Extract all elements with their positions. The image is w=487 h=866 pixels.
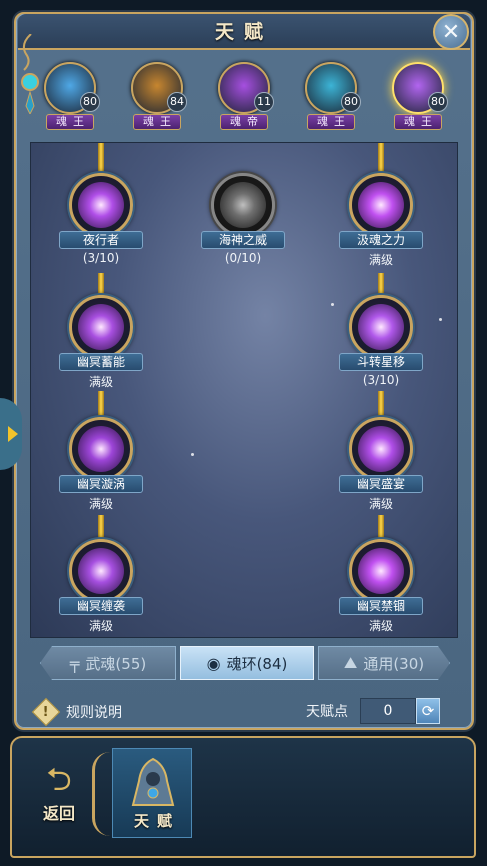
- spirit-rank-label: 魂帝: [220, 114, 268, 130]
- talent-node[interactable]: 幽冥缠袭 满级: [53, 537, 149, 637]
- hooded-figure-icon: [131, 757, 175, 806]
- talent-level: 满级: [88, 619, 113, 633]
- spirit-rank-label: 魂王: [394, 114, 442, 130]
- rules-help-link[interactable]: ! 规则说明: [31, 697, 122, 727]
- spirit-rank-label: 魂王: [46, 114, 94, 130]
- expand-side-tab[interactable]: [0, 398, 22, 470]
- spirit-level-badge: 80: [428, 92, 448, 112]
- talent-level: 满级: [88, 497, 113, 511]
- close-icon: ✕: [441, 19, 461, 45]
- talent-icon-frame: [349, 295, 413, 359]
- meditation-icon: ⛰: [343, 653, 358, 672]
- talent-node[interactable]: 幽冥蓄能 满级: [53, 293, 149, 393]
- talent-icon-frame: [211, 173, 275, 237]
- nav-bracket-ornament: [92, 752, 110, 836]
- talent-icon-frame: [349, 417, 413, 481]
- spirit-level-badge: 80: [80, 92, 100, 112]
- nav-talent-label: 天赋: [133, 812, 180, 830]
- spirit-slot-4[interactable]: 80 魂王: [301, 60, 361, 136]
- nav-talent-button[interactable]: 天赋: [112, 748, 192, 838]
- talent-icon-frame: [349, 173, 413, 237]
- talent-icon-frame: [69, 173, 133, 237]
- talent-name: 幽冥禁锢: [339, 597, 423, 615]
- talent-name: 夜行者: [59, 231, 143, 249]
- tab-label: 通用(30): [363, 654, 425, 673]
- talent-level: (3/10): [362, 373, 400, 387]
- spirit-selector: 80 魂王 84 魂王 11 魂帝 80 魂王 80 魂王: [40, 60, 460, 136]
- points-value: 0: [360, 698, 416, 724]
- talent-node[interactable]: 斗转星移 (3/10): [333, 293, 429, 393]
- talent-points: 天赋点 0 ⟳: [306, 698, 440, 724]
- back-label: 返回: [42, 804, 75, 823]
- close-button[interactable]: ✕: [433, 14, 469, 50]
- arrow-right-icon: [8, 426, 18, 442]
- talent-level: 满级: [368, 253, 393, 267]
- weapon-spirit-icon: ╤: [69, 653, 80, 673]
- help-label: 规则说明: [66, 705, 122, 721]
- tab-weapon-spirit[interactable]: ╤ 武魂(55): [40, 646, 176, 680]
- spirit-level-badge: 84: [167, 92, 187, 112]
- talent-icon: [358, 182, 404, 228]
- talent-level: 满级: [368, 619, 393, 633]
- talent-name: 幽冥蓄能: [59, 353, 143, 371]
- star-decoration: [191, 453, 194, 456]
- page-title: 天赋: [214, 21, 273, 43]
- talent-node[interactable]: 幽冥漩涡 满级: [53, 415, 149, 515]
- talent-node[interactable]: 汲魂之力 满级: [333, 171, 429, 271]
- tab-general[interactable]: ⛰ 通用(30): [318, 646, 450, 680]
- points-label: 天赋点: [306, 704, 348, 720]
- talent-name: 斗转星移: [339, 353, 423, 371]
- talent-level: (3/10): [82, 251, 120, 265]
- spirit-level-badge: 80: [341, 92, 361, 112]
- talent-name: 汲魂之力: [339, 231, 423, 249]
- spirit-rank-label: 魂王: [133, 114, 181, 130]
- tab-soul-ring[interactable]: ◉ 魂环(84): [180, 646, 314, 680]
- talent-node[interactable]: 幽冥禁锢 满级: [333, 537, 429, 637]
- spirit-slot-1[interactable]: 80 魂王: [40, 60, 100, 136]
- talent-icon: [358, 426, 404, 472]
- refresh-button[interactable]: ⟳: [416, 698, 440, 724]
- info-diamond-icon: !: [31, 697, 61, 727]
- soul-ring-icon: ◉: [206, 653, 221, 673]
- talent-tree: 夜行者 (3/10) 海神之威 (0/10) 汲魂之力 满级 幽冥蓄能 满级 斗…: [30, 142, 458, 638]
- spirit-rank-label: 魂王: [307, 114, 355, 130]
- back-button[interactable]: ⮌ 返回: [24, 758, 94, 838]
- talent-node[interactable]: 幽冥盛宴 满级: [333, 415, 429, 515]
- tab-label: 魂环(84): [226, 654, 288, 673]
- star-decoration: [439, 318, 442, 321]
- category-tabs: ╤ 武魂(55) ◉ 魂环(84) ⛰ 通用(30): [40, 646, 450, 682]
- talent-name: 幽冥缠袭: [59, 597, 143, 615]
- tab-label: 武魂(55): [85, 654, 147, 673]
- talent-icon: [78, 182, 124, 228]
- talent-icon: [358, 548, 404, 594]
- talent-icon-frame: [69, 539, 133, 603]
- spirit-slot-5[interactable]: 80 魂王: [388, 60, 448, 136]
- talent-level: 满级: [368, 497, 393, 511]
- talent-icon: [220, 182, 266, 228]
- talent-node[interactable]: 海神之威 (0/10): [195, 171, 291, 271]
- talent-name: 幽冥盛宴: [339, 475, 423, 493]
- talent-icon: [358, 304, 404, 350]
- talent-node[interactable]: 夜行者 (3/10): [53, 171, 149, 271]
- talent-icon: [78, 304, 124, 350]
- talent-icon-frame: [69, 417, 133, 481]
- talent-name: 幽冥漩涡: [59, 475, 143, 493]
- refresh-icon: ⟳: [421, 702, 435, 720]
- spirit-slot-3[interactable]: 11 魂帝: [214, 60, 274, 136]
- talent-icon-frame: [349, 539, 413, 603]
- talent-icon-frame: [69, 295, 133, 359]
- talent-icon: [78, 426, 124, 472]
- title-bar: 天赋: [18, 14, 470, 50]
- spirit-level-badge: 11: [254, 92, 274, 112]
- talent-icon: [78, 548, 124, 594]
- talent-level: 满级: [88, 375, 113, 389]
- back-arrow-icon: ⮌: [46, 760, 72, 798]
- talent-name: 海神之威: [201, 231, 285, 249]
- spirit-slot-2[interactable]: 84 魂王: [127, 60, 187, 136]
- talent-level: (0/10): [224, 251, 262, 265]
